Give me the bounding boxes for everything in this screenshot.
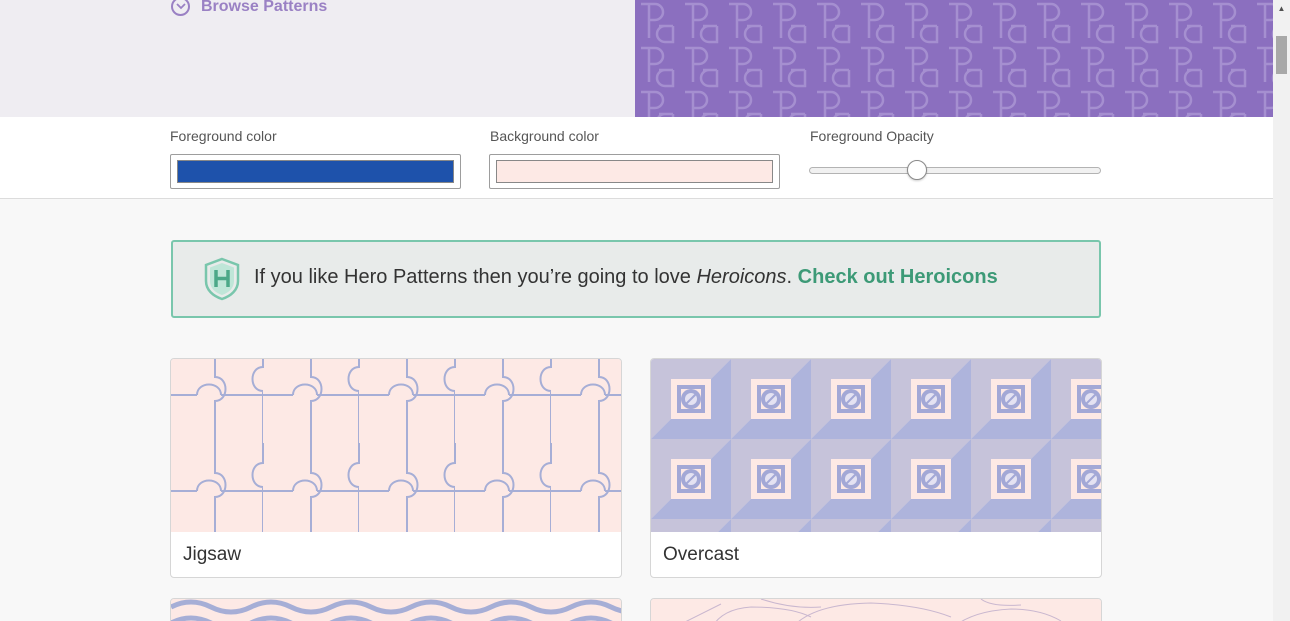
pattern-name: Jigsaw	[183, 544, 242, 565]
wavy-pattern-preview	[171, 599, 621, 621]
browse-patterns-link[interactable]: Browse Patterns	[171, 0, 327, 16]
pattern-card-jigsaw[interactable]: Jigsaw	[170, 358, 622, 578]
banner-text: If you like Hero Patterns then you’re go…	[254, 266, 998, 289]
jigsaw-pattern-preview	[171, 359, 621, 532]
slider-track[interactable]	[809, 167, 1101, 174]
pattern-card-waves[interactable]	[170, 598, 622, 621]
controls-bar: Foreground color Background color Foregr…	[0, 117, 1273, 199]
page-scrollbar[interactable]: ▲	[1273, 0, 1290, 621]
banner-heroicons-emphasis: Heroicons	[696, 266, 787, 288]
slider-thumb[interactable]	[907, 160, 927, 180]
scroll-up-arrow-icon[interactable]: ▲	[1273, 0, 1290, 17]
scrollbar-thumb[interactable]	[1276, 36, 1287, 74]
topography-pattern-preview	[651, 599, 1101, 621]
heroicons-promo-banner: If you like Hero Patterns then you’re go…	[171, 240, 1101, 318]
hero-section: Browse Patterns	[0, 0, 1273, 117]
pattern-card-topography[interactable]	[650, 598, 1102, 621]
hero-pattern-preview	[635, 0, 1273, 117]
browse-patterns-label: Browse Patterns	[201, 0, 328, 15]
background-color-input[interactable]	[489, 154, 780, 189]
foreground-color-swatch	[177, 160, 454, 183]
chevron-down-icon	[171, 0, 190, 16]
banner-period: .	[786, 266, 793, 288]
foreground-opacity-label: Foreground Opacity	[810, 128, 934, 144]
background-color-label: Background color	[490, 128, 599, 144]
foreground-opacity-slider[interactable]	[809, 158, 1101, 184]
pattern-card-overcast[interactable]: Overcast	[650, 358, 1102, 578]
overcast-pattern-preview	[651, 359, 1101, 532]
foreground-color-input[interactable]	[170, 154, 461, 189]
background-color-swatch	[496, 160, 773, 183]
check-out-heroicons-link[interactable]: Check out Heroicons	[798, 266, 998, 288]
heroicons-shield-icon	[203, 257, 241, 306]
banner-text-intro: If you like Hero Patterns then you’re go…	[254, 266, 697, 288]
pattern-name: Overcast	[663, 544, 740, 565]
foreground-color-label: Foreground color	[170, 128, 277, 144]
